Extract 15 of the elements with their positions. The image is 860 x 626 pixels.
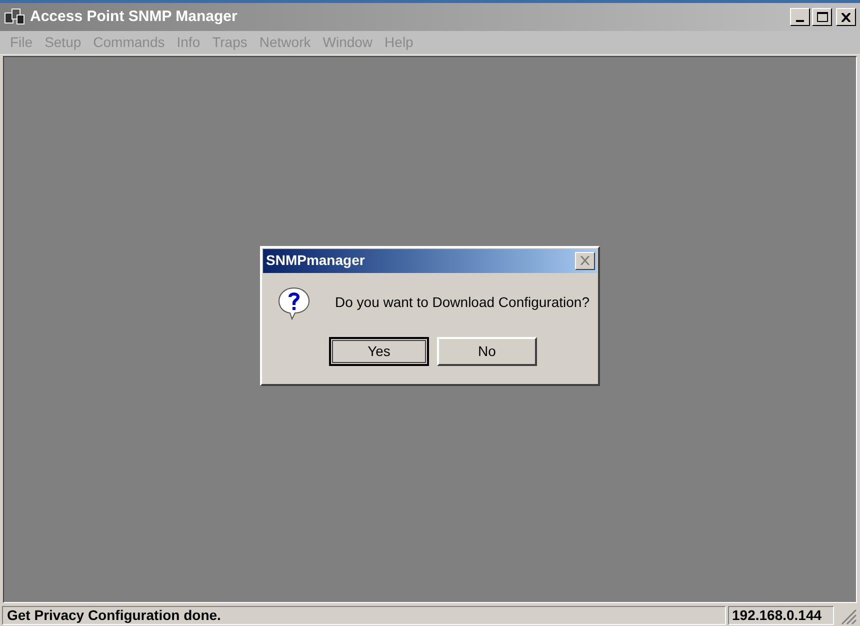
close-button[interactable] [836,8,856,26]
close-icon [580,256,590,265]
status-message: Get Privacy Configuration done. [2,606,726,624]
dialog-message: Do you want to Download Configuration? [335,293,590,312]
status-address: 192.168.0.144 [728,606,834,624]
dialog-title: SNMPmanager [266,251,366,270]
close-button[interactable] [575,252,595,270]
network-devices-icon [4,7,26,27]
question-icon [277,286,311,320]
minimize-button[interactable] [790,8,810,26]
dialog-button[interactable]: Yes [329,336,429,366]
maximize-button[interactable] [812,8,832,26]
window-title: Access Point SNMP Manager [30,6,238,27]
dialog-button[interactable]: No [437,336,537,366]
close-icon [841,12,851,22]
